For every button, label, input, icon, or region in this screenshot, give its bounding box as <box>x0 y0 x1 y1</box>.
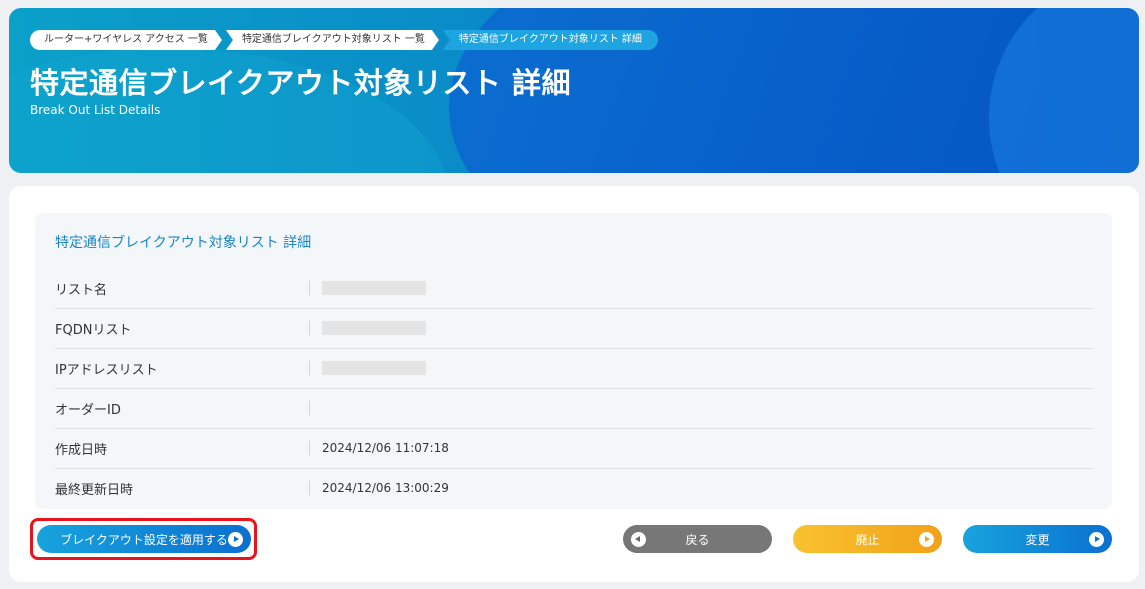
arrow-right-icon <box>919 531 934 547</box>
detail-row-label: 最終更新日時 <box>55 482 134 498</box>
back-button[interactable]: 戻る <box>623 525 772 553</box>
detail-row-value: 2024/12/06 13:00:29 <box>322 481 449 495</box>
detail-row: 最終更新日時 2024/12/06 13:00:29 <box>55 468 1092 508</box>
row-separator <box>309 401 310 415</box>
arrow-left-icon <box>631 531 646 547</box>
back-label: 戻る <box>685 532 710 547</box>
detail-row-value: 2024/12/06 11:07:18 <box>322 441 449 455</box>
detail-row-label: IPアドレスリスト <box>55 362 158 378</box>
apply-breakout-label: ブレイクアウト設定を適用する <box>60 532 228 547</box>
discard-label: 廃止 <box>855 532 880 547</box>
detail-row-label: 作成日時 <box>55 442 108 458</box>
detail-row: 作成日時 2024/12/06 11:07:18 <box>55 428 1092 468</box>
arrow-right-icon <box>228 531 243 547</box>
detail-row-label: リスト名 <box>55 282 108 298</box>
page-title: 特定通信ブレイクアウト対象リスト 詳細 <box>30 66 572 100</box>
page-header: ルーター+ワイヤレス アクセス 一覧 特定通信ブレイクアウト対象リスト 一覧 特… <box>9 8 1139 173</box>
detail-row: IPアドレスリスト <box>55 348 1092 388</box>
page-subtitle: Break Out List Details <box>30 103 161 117</box>
breadcrumb: ルーター+ワイヤレス アクセス 一覧 特定通信ブレイクアウト対象リスト 一覧 特… <box>30 30 662 50</box>
redacted-value <box>322 321 426 335</box>
redacted-value <box>322 281 426 295</box>
detail-row-label: FQDNリスト <box>55 322 132 338</box>
row-separator <box>309 361 310 375</box>
discard-button[interactable]: 廃止 <box>793 525 942 553</box>
detail-row: リスト名 <box>55 268 1092 308</box>
redacted-value <box>322 361 426 375</box>
detail-row: FQDNリスト <box>55 308 1092 348</box>
detail-row-label: オーダーID <box>55 402 121 418</box>
breadcrumb-item-breakout-list[interactable]: 特定通信ブレイクアウト対象リスト 一覧 <box>226 30 439 50</box>
change-button[interactable]: 変更 <box>963 525 1112 553</box>
detail-row: オーダーID <box>55 388 1092 428</box>
row-separator <box>309 481 310 495</box>
row-separator <box>309 321 310 335</box>
breadcrumb-item-current: 特定通信ブレイクアウト対象リスト 詳細 <box>442 30 658 50</box>
row-separator <box>309 441 310 455</box>
change-label: 変更 <box>1025 532 1050 547</box>
row-separator <box>309 281 310 295</box>
panel-title: 特定通信ブレイクアウト対象リスト 詳細 <box>55 235 312 251</box>
breadcrumb-item-router-list[interactable]: ルーター+ワイヤレス アクセス 一覧 <box>30 30 222 50</box>
apply-breakout-button[interactable]: ブレイクアウト設定を適用する <box>37 525 251 553</box>
detail-panel: 特定通信ブレイクアウト対象リスト 詳細 リスト名 FQDNリスト IPアドレスリスト… <box>35 213 1112 509</box>
arrow-right-icon <box>1089 531 1104 547</box>
